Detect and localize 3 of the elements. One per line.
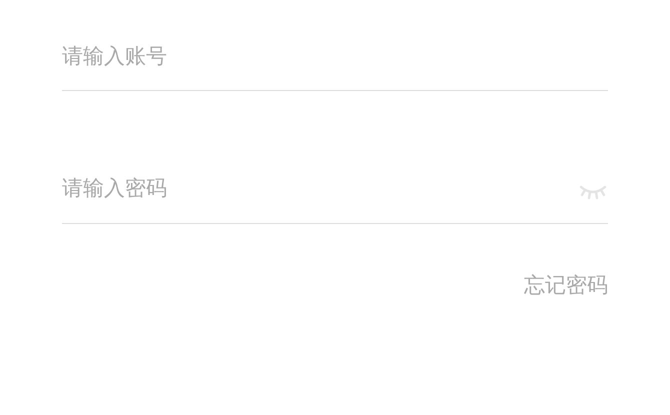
account-field[interactable]: 请输入账号 [62, 44, 608, 68]
forgot-password-link[interactable]: 忘记密码 [524, 271, 608, 299]
password-field[interactable]: 请输入密码 [62, 176, 578, 200]
